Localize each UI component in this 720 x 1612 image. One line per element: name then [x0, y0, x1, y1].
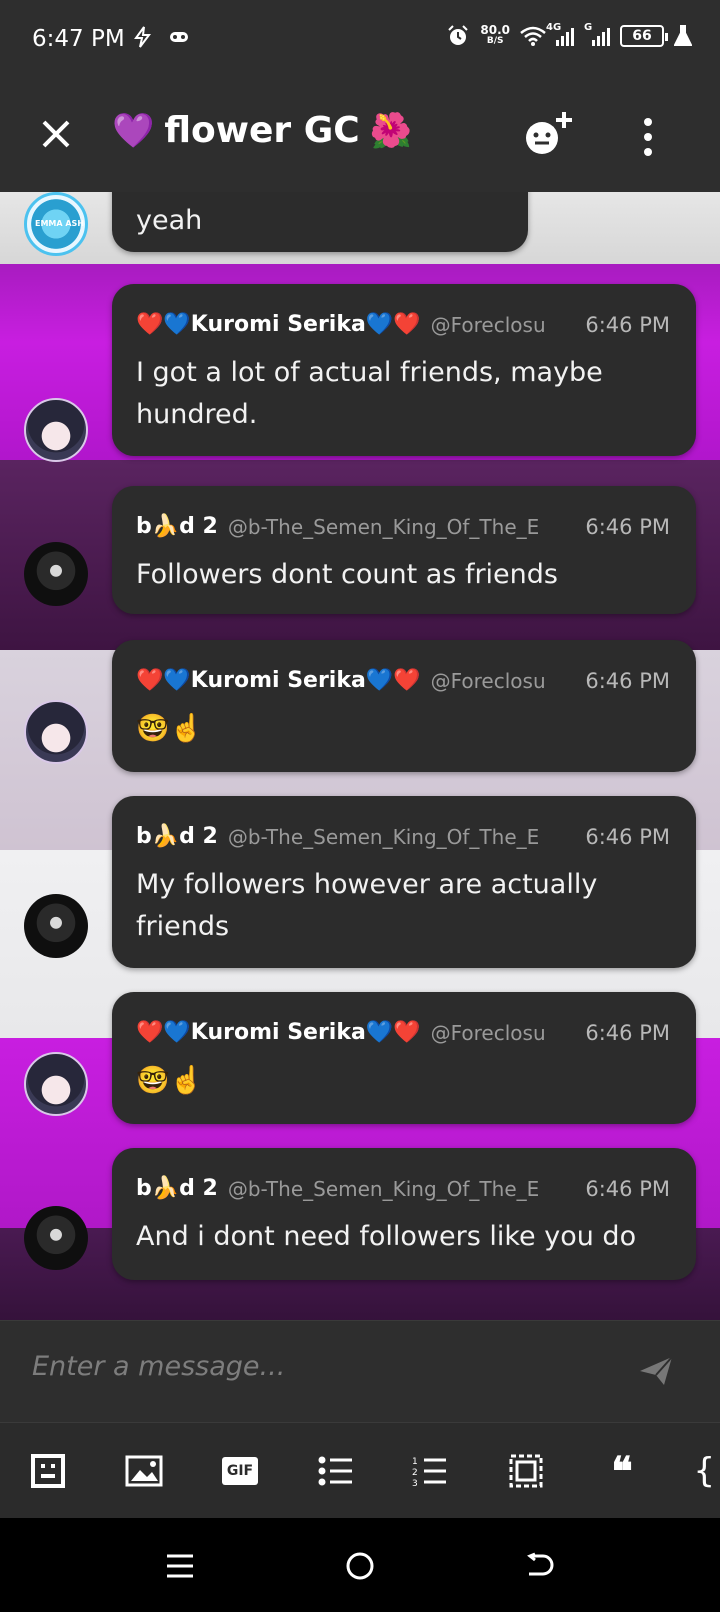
wifi-icon [520, 26, 546, 46]
message-timestamp: 6:46 PM [585, 312, 670, 337]
message-author[interactable]: b🍌d 2 [136, 514, 218, 539]
message-bubble[interactable]: ❤️💙Kuromi Serika💙❤️ @Foreclosu 6:46 PM 🤓… [112, 640, 696, 772]
code-button[interactable]: { [694, 1449, 720, 1493]
message-bubble[interactable]: b🍌d 2 @b-The_Semen_King_Of_The_E 6:46 PM… [112, 486, 696, 614]
message-author[interactable]: b🍌d 2 [136, 1176, 218, 1201]
hibiscus-emoji: 🌺 [369, 110, 413, 151]
more-options-button[interactable] [628, 112, 668, 162]
close-icon [42, 120, 70, 148]
message-bubble[interactable]: b🍌d 2 @b-The_Semen_King_Of_The_E 6:46 PM… [112, 796, 696, 968]
message-text: I got a lot of actual friends, maybe hun… [136, 357, 603, 430]
message-text: And i dont need followers like you do [136, 1221, 637, 1252]
purple-heart-emoji: 💜 [112, 110, 155, 151]
avatar[interactable] [24, 1052, 88, 1116]
message-handle: @Foreclosu [430, 312, 546, 337]
message-author[interactable]: ❤️💙Kuromi Serika💙❤️ [136, 668, 421, 693]
message-text: yeah [136, 205, 203, 236]
svg-text:2: 2 [412, 1468, 418, 1478]
message-handle: @Foreclosu [430, 668, 546, 693]
spoiler-icon [509, 1454, 543, 1488]
menu-icon [167, 1554, 193, 1578]
message-timestamp: 6:46 PM [585, 668, 670, 693]
svg-text:3: 3 [412, 1479, 418, 1487]
message-text: 🤓☝️ [136, 713, 204, 744]
gif-button[interactable]: GIF [218, 1449, 262, 1493]
send-icon [640, 1356, 673, 1385]
message-author[interactable]: b🍌d 2 [136, 824, 218, 849]
avatar[interactable] [24, 398, 88, 462]
avatar[interactable] [24, 542, 88, 606]
quote-icon: ❝ [611, 1447, 633, 1495]
system-nav-bar [0, 1518, 720, 1612]
svg-text:1: 1 [412, 1457, 418, 1467]
image-icon [125, 1455, 163, 1487]
sticker-icon [31, 1454, 65, 1488]
message-timestamp: 6:46 PM [585, 514, 670, 539]
avatar[interactable] [24, 894, 88, 958]
quote-button[interactable]: ❝ [600, 1447, 644, 1495]
chat-title: 💜 flower GC 🌺 [112, 110, 412, 151]
gamepad-icon [170, 32, 188, 42]
gif-icon: GIF [222, 1457, 258, 1485]
message-timestamp: 6:46 PM [585, 824, 670, 849]
message-timestamp: 6:46 PM [585, 1020, 670, 1045]
message-composer[interactable]: Enter a message... [0, 1320, 720, 1422]
spoiler-button[interactable] [504, 1449, 548, 1493]
avatar[interactable] [24, 1206, 88, 1270]
status-bar: 6:47 PM 80.0 B/S 4G G 66 [0, 0, 720, 80]
avatar[interactable]: EMMA ASH [24, 192, 88, 256]
more-dot [644, 133, 652, 141]
numbered-list-icon: 123 [412, 1457, 446, 1487]
flash-icon [134, 26, 151, 48]
message-handle: @b-The_Semen_King_Of_The_E [227, 1176, 540, 1201]
bullet-list-button[interactable] [314, 1449, 358, 1493]
status-time: 6:47 PM [32, 26, 125, 52]
chat-header: 💜 flower GC 🌺 [0, 80, 720, 192]
add-member-icon [526, 112, 572, 154]
numbered-list-button[interactable]: 123 [408, 1449, 452, 1493]
flask-icon [674, 25, 692, 46]
alarm-icon [448, 25, 469, 45]
message-handle: @b-The_Semen_King_Of_The_E [227, 514, 540, 539]
message-text: Followers dont count as friends [136, 559, 558, 590]
message-input[interactable]: Enter a message... [32, 1351, 285, 1382]
home-button[interactable] [340, 1546, 380, 1586]
avatar[interactable] [24, 700, 88, 764]
message-timestamp: 6:46 PM [585, 1176, 670, 1201]
image-button[interactable] [122, 1449, 166, 1493]
send-button[interactable] [638, 1353, 674, 1389]
chat-title-text: flower GC [164, 110, 360, 151]
recent-apps-button[interactable] [160, 1546, 200, 1586]
message-bubble[interactable]: ❤️💙Kuromi Serika💙❤️ @Foreclosu 6:46 PM 🤓… [112, 992, 696, 1124]
back-button[interactable] [520, 1546, 560, 1586]
message-author[interactable]: ❤️💙Kuromi Serika💙❤️ [136, 312, 421, 337]
message-bubble[interactable]: ❤️💙Kuromi Serika💙❤️ @Foreclosu 6:46 PM I… [112, 284, 696, 456]
message-text: My followers however are actually friend… [136, 869, 598, 942]
bullet-list-icon [318, 1456, 352, 1486]
more-dot [644, 148, 652, 156]
message-list[interactable]: EMMA ASH yeah ❤️💙Kuromi Serika💙❤️ @Forec… [0, 192, 720, 1320]
sticker-button[interactable] [26, 1449, 70, 1493]
message-handle: @Foreclosu [430, 1020, 546, 1045]
message-author[interactable]: ❤️💙Kuromi Serika💙❤️ [136, 1020, 421, 1045]
add-member-button[interactable] [520, 108, 580, 164]
signal-strength-g: G [584, 22, 610, 46]
home-circle-icon [346, 1552, 374, 1580]
code-icon: { [694, 1451, 715, 1491]
net-speed: 80.0 B/S [480, 23, 510, 46]
signal-strength-4g: 4G [546, 22, 574, 46]
battery-indicator: 66 [620, 25, 668, 47]
close-button[interactable] [30, 108, 82, 160]
message-bubble[interactable]: yeah [112, 192, 528, 252]
message-handle: @b-The_Semen_King_Of_The_E [227, 824, 540, 849]
format-toolbar: GIF 123 ❝ { [0, 1422, 720, 1518]
more-dot [644, 118, 652, 126]
message-text: 🤓☝️ [136, 1065, 204, 1096]
back-icon [527, 1552, 554, 1576]
message-bubble[interactable]: b🍌d 2 @b-The_Semen_King_Of_The_E 6:46 PM… [112, 1148, 696, 1280]
